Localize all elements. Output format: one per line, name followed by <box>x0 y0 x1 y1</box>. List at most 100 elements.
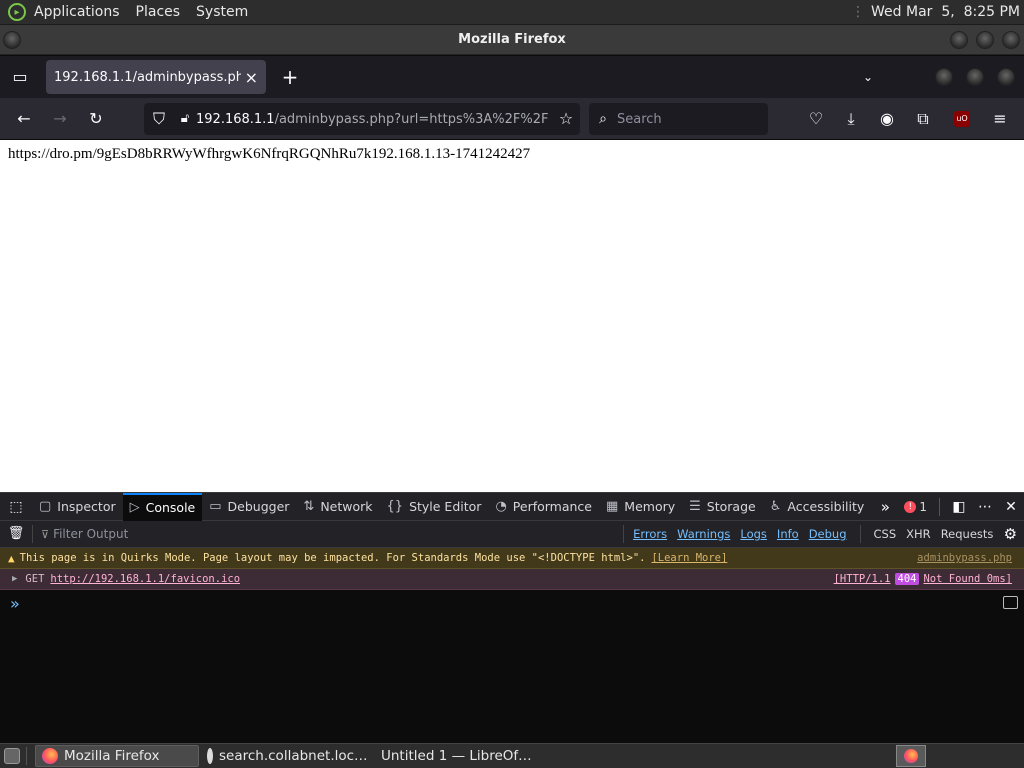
pocket-icon[interactable]: ♡ <box>802 103 830 135</box>
console-input-area[interactable]: » <box>0 592 1024 744</box>
tab-network[interactable]: ⇅ Network <box>296 493 379 521</box>
search-bar[interactable]: ⌕ Search <box>589 103 768 135</box>
devtools-menu-icon[interactable]: ⋯ <box>972 491 998 523</box>
chrome-icon <box>207 748 213 764</box>
editor-mode-toggle-icon[interactable] <box>1003 596 1018 609</box>
tab-storage[interactable]: ☰ Storage <box>682 493 763 521</box>
new-tab-button[interactable]: + <box>276 61 304 93</box>
ublock-origin-icon[interactable]: uO <box>954 111 970 127</box>
show-desktop-icon[interactable] <box>4 748 20 764</box>
list-all-tabs-icon[interactable]: ⌄ <box>854 61 882 93</box>
tracking-shield-icon[interactable]: ⛉ <box>144 103 174 135</box>
tab-performance[interactable]: ◔ Performance <box>488 493 599 521</box>
network-icon: ⇅ <box>303 499 315 514</box>
distro-logo-icon[interactable]: ▸ <box>8 3 26 21</box>
status-badge: 404 <box>894 573 920 585</box>
filter-divider <box>859 525 861 543</box>
search-icon: ⌕ <box>599 111 607 127</box>
window-titlebar[interactable]: Mozilla Firefox <box>0 25 1024 55</box>
tab-style-editor[interactable]: {} Style Editor <box>380 493 489 521</box>
clock[interactable]: Wed Mar 5, 8:25 PM <box>871 4 1020 20</box>
workspace-firefox-icon <box>904 749 918 763</box>
error-icon: ! <box>904 500 917 513</box>
warning-source-link[interactable]: adminbypass.php <box>917 552 1012 564</box>
menu-places[interactable]: Places <box>128 0 189 25</box>
debugger-icon: ▭ <box>209 499 222 514</box>
expand-arrow-icon[interactable]: ▶ <box>12 574 17 584</box>
taskbar-item-firefox[interactable]: Mozilla Firefox <box>35 745 199 767</box>
filter-xhr[interactable]: XHR <box>901 524 936 544</box>
bottom-taskbar: Mozilla Firefox search.collabnet.loc… Un… <box>0 743 1024 768</box>
prompt-chevron-icon: » <box>10 594 20 613</box>
ctl-circle-icon <box>935 68 953 86</box>
filter-info[interactable]: Info <box>772 524 804 544</box>
panel-separator: ⋮ <box>851 4 866 20</box>
clear-console-icon[interactable]: 🗑︎ <box>0 518 32 550</box>
tab-console[interactable]: ▷ Console <box>122 492 203 521</box>
console-messages: ▲ This page is in Quirks Mode. Page layo… <box>0 548 1024 590</box>
filter-logs[interactable]: Logs <box>735 524 772 544</box>
taskbar-item-chrome[interactable]: search.collabnet.loc… <box>201 745 368 767</box>
downloads-icon[interactable]: ⤓ <box>837 103 865 135</box>
memory-icon: ▦ <box>606 499 619 514</box>
menu-system[interactable]: System <box>188 0 256 25</box>
bookmark-star-icon[interactable]: ☆ <box>552 103 580 135</box>
reload-icon[interactable]: ↻ <box>82 103 110 135</box>
console-settings-gear-icon[interactable]: ⚙ <box>998 518 1022 550</box>
firefox-icon <box>42 748 58 764</box>
minimize-icon[interactable] <box>950 31 968 49</box>
menu-applications[interactable]: Applications <box>26 0 128 25</box>
maximize-icon[interactable] <box>976 31 994 49</box>
taskbar-separator <box>26 747 27 765</box>
style-editor-icon: {} <box>386 499 404 514</box>
tab-active[interactable]: 192.168.1.1/adminbypass.php?ur × <box>46 60 266 94</box>
account-icon[interactable]: ◉ <box>873 103 901 135</box>
workspace-switcher[interactable] <box>896 745 926 767</box>
window-title: Mozilla Firefox <box>458 32 566 47</box>
lock-icon[interactable]: 🔓︎ <box>174 103 196 135</box>
filter-debug[interactable]: Debug <box>804 524 852 544</box>
close-window-icon[interactable] <box>1002 31 1020 49</box>
tab-close-icon[interactable]: × <box>245 68 258 87</box>
filter-errors[interactable]: Errors <box>628 524 672 544</box>
error-count-badge[interactable]: ! 1 <box>904 500 927 514</box>
page-body-text: https://dro.pm/9gEsD8bRRWyWfhrgwK6NfrqRG… <box>8 146 531 162</box>
warning-icon: ▲ <box>8 551 15 565</box>
extensions-icon[interactable]: ⧉ <box>909 103 937 135</box>
forward-icon[interactable]: → <box>46 103 74 135</box>
tab-accessibility[interactable]: ♿︎ Accessibility <box>763 493 872 521</box>
more-tools-chevron-icon[interactable]: » <box>871 491 899 523</box>
warning-text: This page is in Quirks Mode. Page layout… <box>19 552 646 564</box>
filter-requests[interactable]: Requests <box>936 524 999 544</box>
filter-warnings[interactable]: Warnings <box>672 524 735 544</box>
dock-side-icon[interactable]: ◧ <box>946 491 972 523</box>
tab-memory[interactable]: ▦ Memory <box>599 493 682 521</box>
filter-icon: ⊽ <box>41 527 50 541</box>
request-method: GET <box>25 573 45 585</box>
console-filter-bar: 🗑︎ ⊽ Filter Output Errors Warnings Logs … <box>0 521 1024 548</box>
window-menu-icon[interactable] <box>3 31 21 49</box>
filter-output-input[interactable]: Filter Output <box>53 527 623 541</box>
filter-css[interactable]: CSS <box>869 524 902 544</box>
status-text: Not Found 0ms] <box>923 573 1012 585</box>
url-path: /adminbypass.php?url=https%3A%2F%2F <box>274 111 549 127</box>
page-content: https://dro.pm/9gEsD8bRRWyWfhrgwK6NfrqRG… <box>0 140 1024 492</box>
tab-debugger[interactable]: ▭ Debugger <box>202 493 296 521</box>
back-icon[interactable]: ← <box>10 103 38 135</box>
firefox-view-icon[interactable]: ▭ <box>6 61 34 93</box>
tab-strip: ▭ 192.168.1.1/adminbypass.php?ur × + ⌄ <box>0 56 1024 98</box>
request-url-link[interactable]: http://192.168.1.1/favicon.ico <box>50 573 240 585</box>
url-bar[interactable]: ⛉ 🔓︎ 192.168.1.1/adminbypass.php?url=htt… <box>144 103 580 135</box>
tab-inspector[interactable]: ▢ Inspector <box>32 493 123 521</box>
url-host: 192.168.1.1 <box>196 111 275 127</box>
top-panel: ▸ Applications Places System ⋮ Wed Mar 5… <box>0 0 1024 25</box>
accessibility-icon: ♿︎ <box>769 499 782 514</box>
nav-toolbar: ← → ↻ ⛉ 🔓︎ 192.168.1.1/adminbypass.php?u… <box>0 98 1024 140</box>
console-network-row[interactable]: ▶ GET http://192.168.1.1/favicon.ico [HT… <box>0 569 1024 590</box>
tab-title: 192.168.1.1/adminbypass.php?ur <box>54 69 241 85</box>
console-icon: ▷ <box>129 500 140 515</box>
inspector-icon: ▢ <box>39 499 52 514</box>
hamburger-menu-icon[interactable]: ≡ <box>986 103 1014 135</box>
learn-more-link[interactable]: [Learn More] <box>651 552 727 564</box>
taskbar-item-libreoffice[interactable]: Untitled 1 — LibreOf… <box>369 745 533 767</box>
